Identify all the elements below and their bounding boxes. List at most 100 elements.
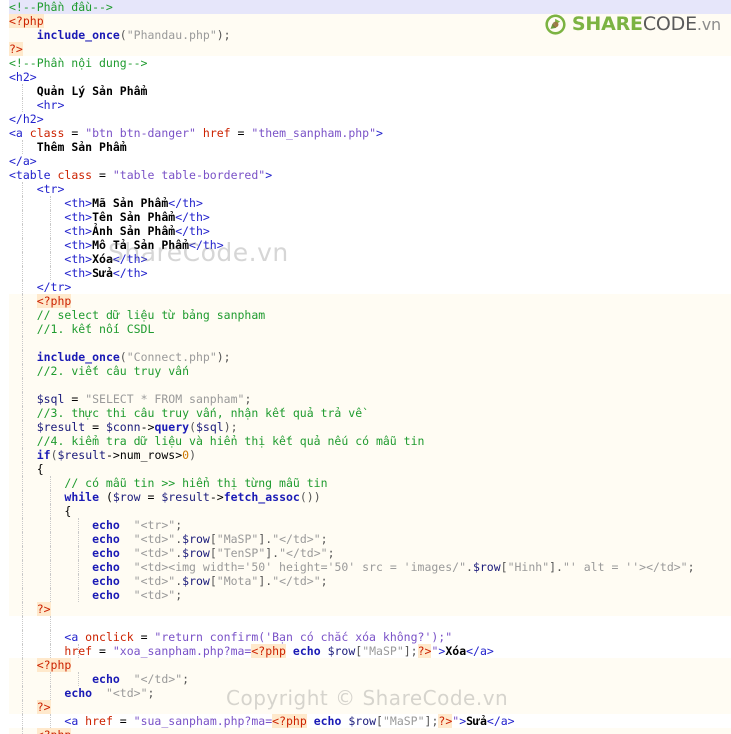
code-line[interactable]: echo "<td>".$row["MaSP"]."</td>"; — [0, 532, 731, 546]
code-line[interactable]: echo "<td>"; — [0, 686, 731, 700]
code-line[interactable]: echo "<td><img width='50' height='50' sr… — [0, 560, 731, 574]
code-line[interactable]: echo "<td>".$row["Mota"]."</td>"; — [0, 574, 731, 588]
code-token-op: = — [64, 126, 86, 140]
code-line[interactable]: - ?> — [0, 602, 731, 616]
code-token-tag: <th> — [64, 238, 93, 252]
code-line[interactable]: - ?> — [0, 700, 731, 714]
code-line[interactable]: include_once("Connect.php"); — [0, 350, 731, 364]
indent-guide — [50, 560, 52, 574]
code-line[interactable]: -?> — [0, 42, 731, 56]
code-line[interactable]: // select dữ liệu từ bảng sanpham — [0, 308, 731, 322]
code-token-str2: "MaSP" — [362, 644, 404, 658]
code-line[interactable]: <th>Mô Tả Sản Phẩm</th> — [0, 238, 731, 252]
code-token-text: Xóa — [445, 644, 467, 658]
code-line[interactable]: echo "<td>"; — [0, 588, 731, 602]
code-token-str2: "MaSP" — [216, 532, 259, 546]
code-line[interactable]: ]<h2> — [0, 70, 731, 84]
indent-guide — [78, 574, 80, 588]
code-token-phptag: ?> — [417, 644, 432, 658]
indent-guide — [50, 546, 52, 560]
code-token-tag: </th> — [189, 238, 224, 252]
code-token-var: $row — [112, 490, 141, 504]
code-token-var: $sql — [36, 392, 65, 406]
code-line[interactable]: ] { — [0, 462, 731, 476]
indent-guide — [78, 518, 80, 532]
code-line[interactable]: // có mẫu tin >> hiển thị từng mẫu tin — [0, 476, 731, 490]
code-token-str2: "</td>" — [272, 574, 321, 588]
code-line[interactable]: $result = $conn->query($sql); — [0, 420, 731, 434]
code-token-plain: { — [9, 504, 72, 518]
code-token-str2: "<td>" — [133, 574, 176, 588]
code-token-phptag: ?> — [9, 42, 23, 56]
editor-gutter[interactable] — [0, 0, 9, 734]
code-line[interactable]: //2. viết câu truy vấn — [0, 364, 731, 378]
code-line[interactable]: - </tr> — [0, 280, 731, 294]
code-line[interactable]: <a href = "sua_sanpham.php?ma=<?php echo… — [0, 714, 731, 728]
code-line[interactable]: $sql = "SELECT * FROM sanpham"; — [0, 392, 731, 406]
code-line[interactable]: -</h2> — [0, 112, 731, 126]
code-token-string: "table table-bordered" — [112, 168, 266, 182]
code-line[interactable]: <!--Phần nội dung--> — [0, 56, 731, 70]
code-line[interactable]: echo "<tr>"; — [0, 518, 731, 532]
code-line[interactable]: ] <?php — [0, 728, 731, 734]
code-line[interactable]: ] <?php — [0, 294, 731, 308]
code-line[interactable]: ]<a class = "btn btn-danger" href = "the… — [0, 126, 731, 140]
code-line[interactable] — [0, 616, 731, 630]
logo-share-text: SHARE — [571, 12, 643, 35]
code-line[interactable]: ] <tr> — [0, 182, 731, 196]
code-editor[interactable]: <!--Phần đầu-->]<?php include_once("Phan… — [0, 0, 731, 734]
code-token-str2: "' alt = ''></td>" — [562, 560, 688, 574]
code-line[interactable]: ]<table class = "table table-bordered"> — [0, 168, 731, 182]
code-surface[interactable]: <!--Phần đầu-->]<?php include_once("Phan… — [0, 0, 731, 734]
code-line[interactable]: echo "</td>"; — [0, 672, 731, 686]
code-token-str2: "TenSP" — [216, 546, 266, 560]
code-token-str2: "SELECT * FROM sanpham" — [85, 392, 245, 406]
code-line[interactable]: //1. kết nối CSDL — [0, 322, 731, 336]
code-token-op: -> — [140, 420, 155, 434]
code-token-comment: //3. thực thi câu truy vấn, nhận kết quả… — [36, 406, 363, 420]
code-line[interactable]: <th>Xóa</th> — [0, 252, 731, 266]
code-token-tag: </h2> — [9, 112, 44, 126]
code-token-tag: <a — [64, 630, 86, 644]
code-line[interactable]: <th>Sửa</th> — [0, 266, 731, 280]
indent-guide — [78, 546, 80, 560]
code-token-tag: </th> — [112, 252, 148, 266]
code-token-punc: ; — [175, 518, 183, 532]
code-line[interactable]: Quản Lý Sản Phẩm — [0, 84, 731, 98]
code-line[interactable]: <a onclick = "return confirm('Bạn có chắ… — [0, 630, 731, 644]
code-line[interactable] — [0, 378, 731, 392]
code-token-punc: ; — [175, 588, 183, 602]
code-token-tag: </tr> — [36, 280, 72, 294]
code-line[interactable]: //4. kiểm tra dữ liệu và hiển thị kết qu… — [0, 434, 731, 448]
code-line[interactable]: -</a> — [0, 154, 731, 168]
code-line[interactable]: if($result->num_rows>0) — [0, 448, 731, 462]
code-line[interactable]: ] <?php — [0, 658, 731, 672]
indent-guide — [22, 728, 24, 734]
code-line[interactable]: <th>Tên Sản Phẩm</th> — [0, 210, 731, 224]
code-token-attr: href — [85, 714, 113, 728]
code-line[interactable]: <hr> — [0, 98, 731, 112]
code-token-phptag: <?php — [9, 14, 44, 28]
code-line[interactable]: Thêm Sản Phẩm — [0, 140, 731, 154]
code-line[interactable]: //3. thực thi câu truy vấn, nhận kết quả… — [0, 406, 731, 420]
indent-guide — [22, 238, 24, 252]
code-token-tag: <th> — [64, 252, 93, 266]
code-line[interactable]: href = "xoa_sanpham.php?ma=<?php echo $r… — [0, 644, 731, 658]
code-token-comment: <!--Phần đầu--> — [9, 0, 113, 14]
code-line[interactable]: <th>Mã Sản Phẩm</th> — [0, 196, 731, 210]
code-line[interactable]: while ($row = $result->fetch_assoc()) — [0, 490, 731, 504]
code-line[interactable] — [0, 336, 731, 350]
indent-guide — [50, 532, 52, 546]
code-line[interactable]: ] { — [0, 504, 731, 518]
code-line[interactable]: <th>Ảnh Sản Phẩm</th> — [0, 224, 731, 238]
code-token-tag: </th> — [112, 266, 148, 280]
code-token-str2: "<td>" — [133, 588, 176, 602]
code-line[interactable]: echo "<td>".$row["TenSP"]."</td>"; — [0, 546, 731, 560]
